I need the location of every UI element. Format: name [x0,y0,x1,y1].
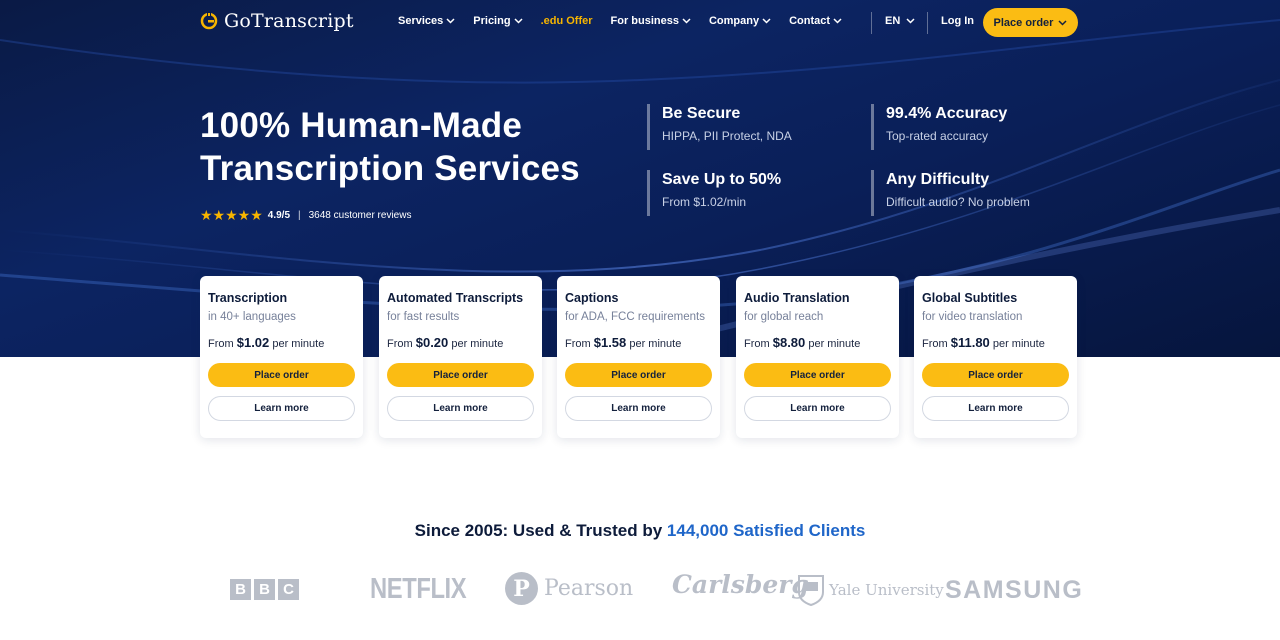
learn-more-button[interactable]: Learn more [744,396,891,421]
card-title: Transcription [208,291,288,305]
pearson-logo: P Pearson [505,572,633,605]
card-price: From $1.58 per minute [565,335,682,350]
trusted-highlight: 144,000 Satisfied Clients [666,521,866,540]
brand-name: GoTranscript [224,10,354,32]
feature-title: Be Secure [662,105,741,122]
trusted-heading: Since 2005: Used & Trusted by 144,000 Sa… [0,521,1280,541]
rating-summary: ★★★★★ 4.9/5 | 3648 customer reviews [200,207,411,224]
learn-more-button[interactable]: Learn more [922,396,1069,421]
top-navigation: GoTranscript Services Pricing .edu Offer… [0,0,1280,44]
samsung-logo: SAMSUNG [945,576,1084,604]
feature-accuracy: 99.4% Accuracy Top-rated accuracy [871,104,1007,150]
nav-company[interactable]: Company [709,15,771,27]
card-title: Audio Translation [744,291,850,305]
gotranscript-logo-icon [200,12,218,30]
nav-edu-offer-label: .edu Offer [540,15,593,27]
card-price: From $0.20 per minute [387,335,504,350]
login-link[interactable]: Log In [941,15,974,27]
service-card-global-subtitles: Global Subtitles for video translation F… [914,276,1077,438]
card-title: Automated Transcripts [387,291,524,305]
card-subtitle: for global reach [744,311,824,323]
trusted-prefix: Since 2005: Used & Trusted by [414,521,667,540]
feature-be-secure: Be Secure HIPPA, PII Protect, NDA [647,104,792,150]
chevron-down-icon [906,18,915,24]
place-order-button[interactable]: Place order [387,363,534,387]
nav-place-order-label: Place order [993,16,1054,29]
nav-contact-label: Contact [789,15,831,27]
service-card-captions: Captions for ADA, FCC requirements From … [557,276,720,438]
review-count: 3648 customer reviews [308,210,412,221]
feature-title: 99.4% Accuracy [886,105,1008,122]
chevron-down-icon [762,18,771,24]
learn-more-button[interactable]: Learn more [565,396,712,421]
place-order-button[interactable]: Place order [744,363,891,387]
chevron-down-icon [1058,19,1067,26]
page-title-line2: Transcription Services [200,149,580,188]
pearson-p-icon: P [505,572,538,605]
place-order-button[interactable]: Place order [208,363,355,387]
place-order-button[interactable]: Place order [565,363,712,387]
nav-company-label: Company [708,15,760,27]
bbc-logo-letter: B [254,579,275,600]
card-subtitle: for ADA, FCC requirements [565,311,705,323]
learn-more-button[interactable]: Learn more [387,396,534,421]
language-selector[interactable]: EN [885,15,915,27]
feature-subtitle: Top-rated accuracy [886,129,989,143]
card-price: From $11.80 per minute [922,335,1045,350]
nav-divider [871,12,872,34]
chevron-down-icon [682,18,691,24]
client-logos: B B C NETFLIX P Pearson Carlsberg Yale U… [0,568,1280,612]
feature-title: Any Difficulty [886,171,990,188]
yale-shield-icon [798,575,824,606]
star-rating-icons: ★★★★★ [200,207,263,223]
page-title-line1: 100% Human-Made [200,106,522,145]
nav-for-business[interactable]: For business [611,15,691,27]
yale-wordmark: Yale University [829,581,944,599]
feature-subtitle: Difficult audio? No problem [886,195,1030,209]
bbc-logo: B B C [230,579,299,600]
chevron-down-icon [446,18,455,24]
learn-more-button[interactable]: Learn more [208,396,355,421]
feature-subtitle: HIPPA, PII Protect, NDA [662,129,792,143]
card-subtitle: in 40+ languages [208,311,296,323]
carlsberg-logo: Carlsberg [672,570,809,599]
chevron-down-icon [514,18,523,24]
main-menu: Services Pricing .edu Offer For business… [398,15,860,27]
netflix-logo: NETFLIX [370,573,467,605]
card-subtitle: for fast results [387,311,460,323]
feature-difficulty: Any Difficulty Difficult audio? No probl… [871,170,1030,216]
yale-logo: Yale University [797,574,944,606]
nav-services[interactable]: Services [398,15,455,27]
nav-pricing[interactable]: Pricing [473,15,523,27]
rating-separator: | [298,210,301,221]
bbc-logo-letter: C [278,579,299,600]
card-title: Captions [565,291,619,305]
nav-divider [927,12,928,34]
feature-save: Save Up to 50% From $1.02/min [647,170,781,216]
bbc-logo-letter: B [230,579,251,600]
card-price: From $1.02 per minute [208,335,325,350]
rating-score: 4.9/5 [267,210,291,221]
card-subtitle: for video translation [922,311,1023,323]
nav-place-order-button[interactable]: Place order [983,8,1078,37]
service-card-audio-translation: Audio Translation for global reach From … [736,276,899,438]
language-label: EN [885,15,901,27]
nav-for-business-label: For business [610,15,679,27]
card-title: Global Subtitles [922,291,1018,305]
chevron-down-icon [833,18,842,24]
brand-logo[interactable]: GoTranscript [200,10,354,32]
nav-services-label: Services [398,15,444,27]
feature-title: Save Up to 50% [662,171,782,188]
card-price: From $8.80 per minute [744,335,861,350]
page-title: 100% Human-Made Transcription Services [200,104,580,190]
nav-pricing-label: Pricing [473,15,511,27]
service-card-transcription: Transcription in 40+ languages From $1.0… [200,276,363,438]
feature-subtitle: From $1.02/min [662,195,747,209]
nav-edu-offer[interactable]: .edu Offer [541,15,593,27]
pearson-wordmark: Pearson [544,576,634,601]
place-order-button[interactable]: Place order [922,363,1069,387]
service-card-automated: Automated Transcripts for fast results F… [379,276,542,438]
nav-contact[interactable]: Contact [789,15,842,27]
